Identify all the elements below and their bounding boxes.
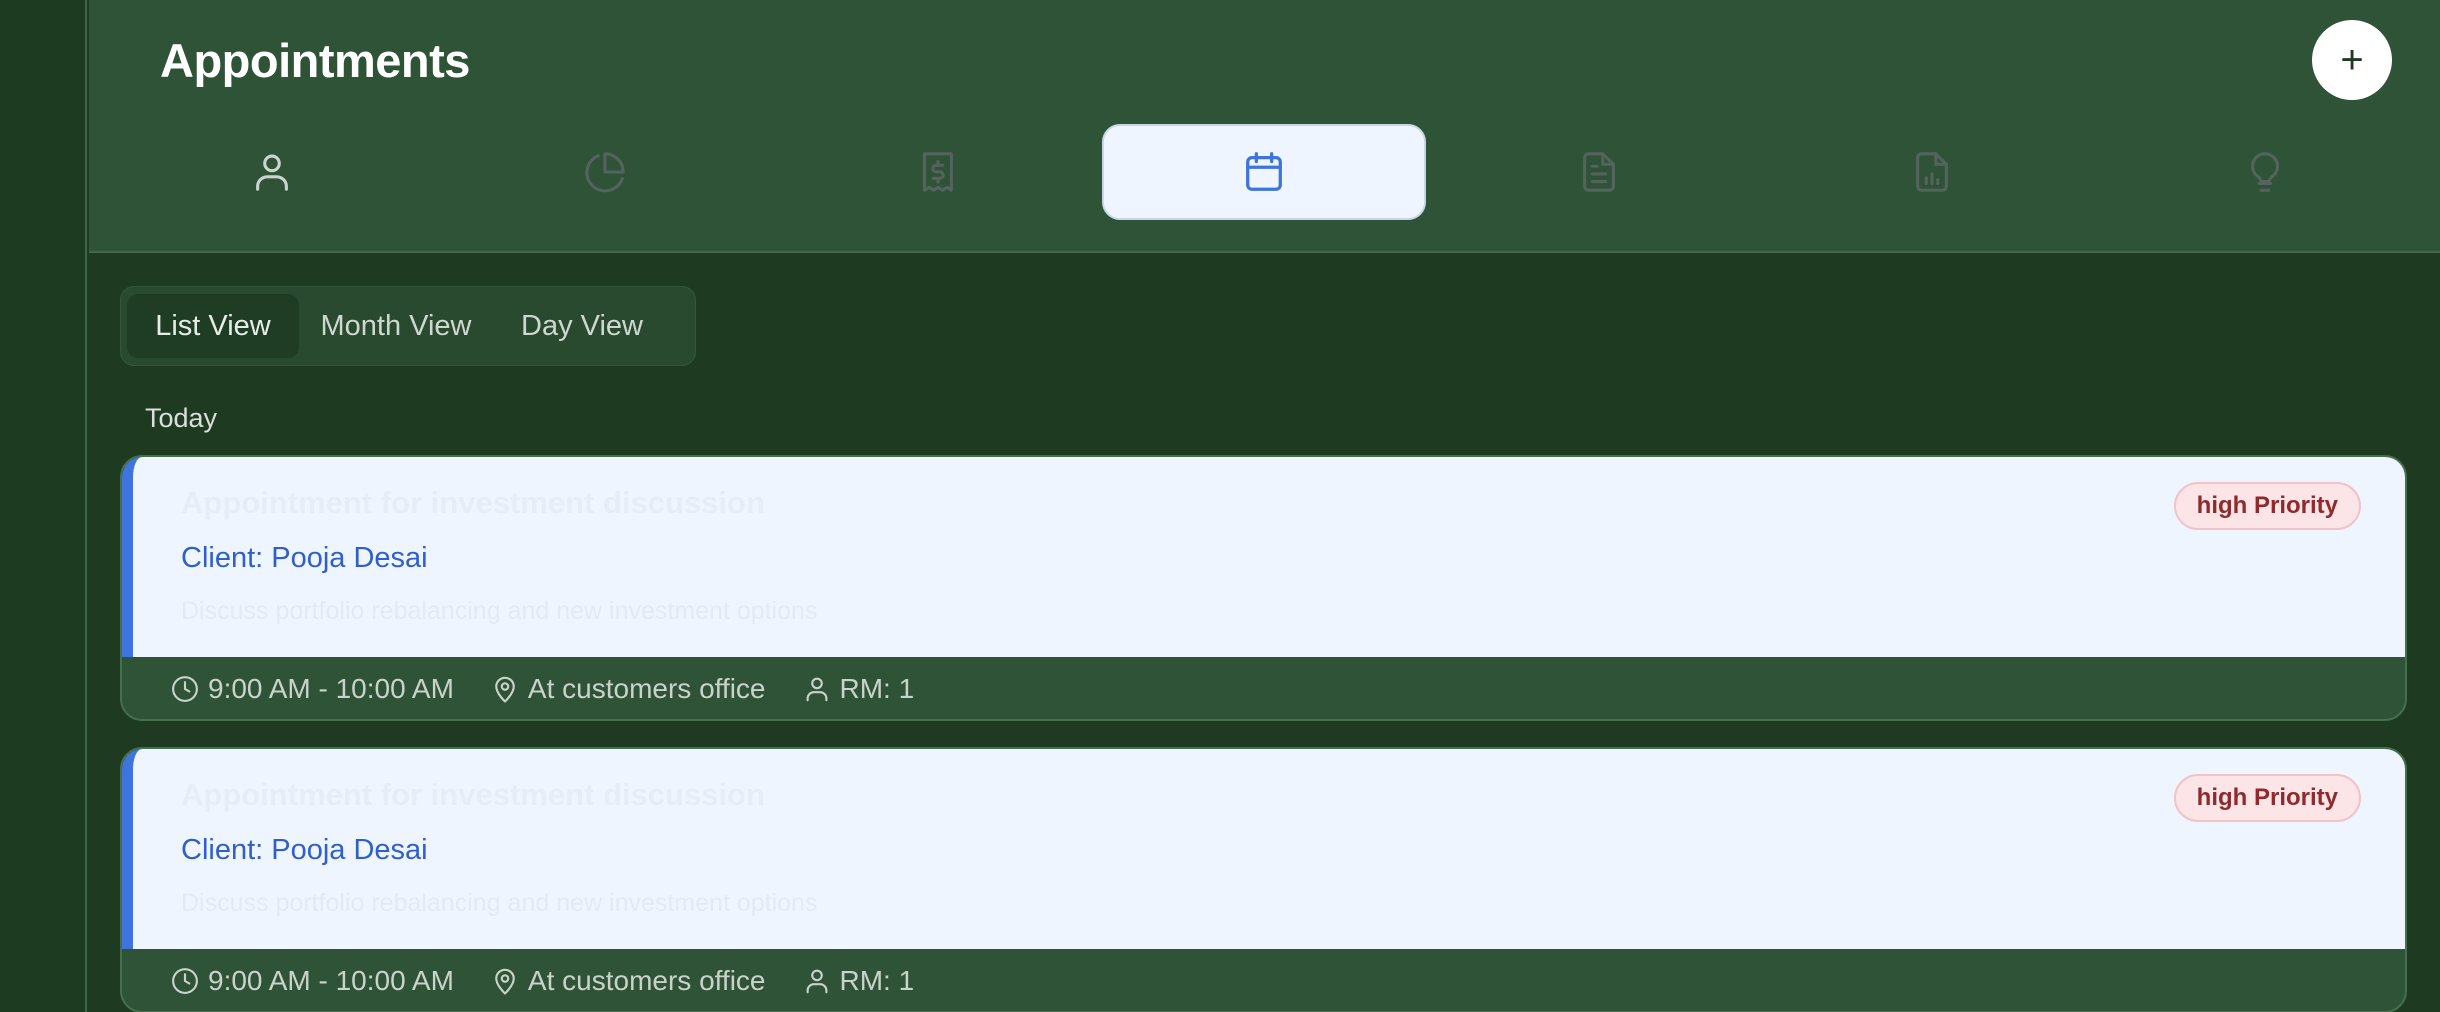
appointment-meta: 9:00 AM - 10:00 AM At customers office R… bbox=[170, 949, 950, 1011]
appointment-card-body: Appointment for investment discussion Cl… bbox=[122, 749, 2405, 949]
user-icon bbox=[806, 969, 827, 994]
view-toggle: List View Month View Day View bbox=[120, 286, 696, 366]
appointment-client[interactable]: Client: Pooja Desai bbox=[181, 834, 428, 867]
app-root: Appointments + List View Month View Day … bbox=[0, 0, 2440, 1012]
clock-icon bbox=[172, 968, 198, 994]
meta-location: At customers office bbox=[490, 673, 766, 705]
side-rail bbox=[0, 0, 87, 1012]
receipt-dollar-icon bbox=[923, 152, 953, 192]
pie-chart-icon bbox=[585, 152, 625, 193]
tab-bar bbox=[89, 124, 2440, 220]
appointment-card[interactable]: Appointment for investment discussion Cl… bbox=[120, 747, 2407, 1012]
appointment-card-body: Appointment for investment discussion Cl… bbox=[122, 457, 2405, 657]
document-icon bbox=[1583, 152, 1615, 192]
appointment-description: Discuss portfolio rebalancing and new in… bbox=[181, 889, 818, 917]
month-view-button[interactable]: Month View bbox=[303, 294, 489, 358]
tab-reports[interactable] bbox=[1770, 124, 2094, 220]
appointment-location: At customers office bbox=[527, 673, 766, 704]
meta-rm: RM: 1 bbox=[802, 965, 915, 997]
appointment-rm: RM: 1 bbox=[839, 965, 915, 996]
meta-time: 9:00 AM - 10:00 AM bbox=[170, 673, 454, 705]
clock-icon bbox=[172, 676, 198, 702]
tab-documents[interactable] bbox=[1437, 124, 1761, 220]
appointment-title: Appointment for investment discussion bbox=[181, 777, 765, 812]
add-appointment-button[interactable]: + bbox=[2312, 20, 2392, 100]
list-view-button[interactable]: List View bbox=[127, 294, 299, 358]
tab-analytics[interactable] bbox=[443, 124, 767, 220]
map-pin-icon bbox=[495, 968, 515, 995]
appointment-location: At customers office bbox=[527, 965, 766, 996]
appointment-meta: 9:00 AM - 10:00 AM At customers office R… bbox=[170, 657, 950, 719]
report-chart-icon bbox=[1916, 152, 1948, 192]
section-today-label: Today bbox=[145, 403, 218, 433]
user-icon bbox=[256, 154, 288, 191]
appointment-rm: RM: 1 bbox=[839, 673, 915, 704]
appointment-client[interactable]: Client: Pooja Desai bbox=[181, 542, 428, 575]
plus-icon: + bbox=[2340, 38, 2364, 82]
meta-time: 9:00 AM - 10:00 AM bbox=[170, 965, 454, 997]
meta-rm: RM: 1 bbox=[802, 673, 915, 705]
priority-badge: high Priority bbox=[2173, 774, 2361, 822]
calendar-icon bbox=[1246, 152, 1282, 191]
appointment-time: 9:00 AM - 10:00 AM bbox=[208, 965, 454, 996]
appointment-time: 9:00 AM - 10:00 AM bbox=[208, 673, 454, 704]
appointment-card[interactable]: Appointment for investment discussion Cl… bbox=[120, 455, 2407, 721]
tab-insights[interactable] bbox=[2103, 124, 2427, 220]
appointment-title: Appointment for investment discussion bbox=[181, 485, 765, 520]
lightbulb-icon bbox=[2251, 152, 2279, 192]
map-pin-icon bbox=[495, 676, 515, 703]
main-panel: Appointments + List View Month View Day … bbox=[89, 0, 2440, 1012]
tab-billing[interactable] bbox=[776, 124, 1100, 220]
day-view-button[interactable]: Day View bbox=[493, 294, 671, 358]
user-icon bbox=[806, 677, 827, 702]
tab-appointments[interactable] bbox=[1102, 124, 1426, 220]
header: Appointments + bbox=[89, 0, 2440, 253]
page-title: Appointments bbox=[160, 34, 470, 87]
meta-location: At customers office bbox=[490, 965, 766, 997]
appointment-description: Discuss portfolio rebalancing and new in… bbox=[181, 597, 818, 625]
priority-badge: high Priority bbox=[2173, 482, 2361, 530]
tab-profile[interactable] bbox=[110, 124, 434, 220]
